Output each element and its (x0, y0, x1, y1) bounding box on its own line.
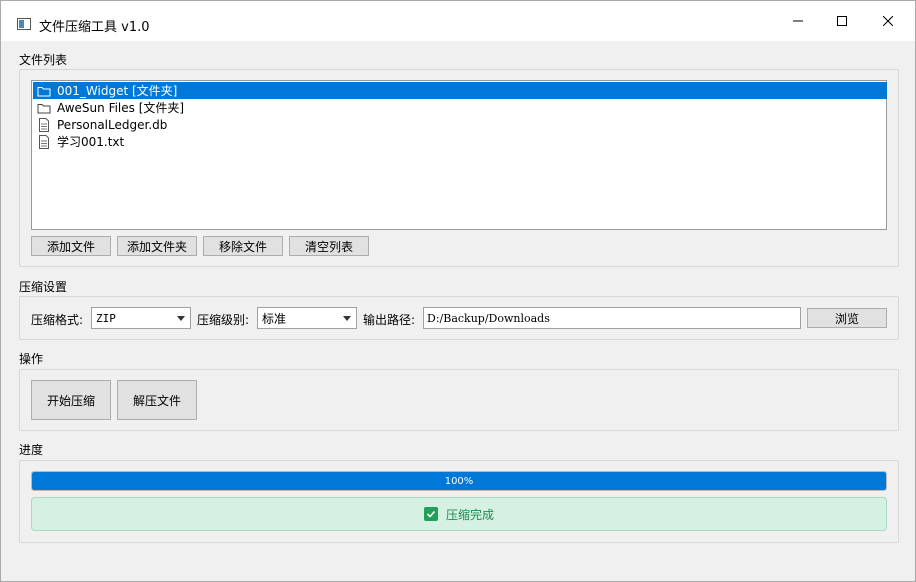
window-title: 文件压缩工具 v1.0 (39, 20, 150, 35)
title-bar[interactable]: 文件压缩工具 v1.0 (1, 1, 915, 41)
remove-file-button[interactable]: 移除文件 (203, 236, 283, 256)
folder-icon (37, 84, 51, 98)
file-list-group-label: 文件列表 (19, 53, 68, 67)
maximize-button[interactable] (819, 1, 865, 41)
output-path-label: 输出路径: (363, 313, 416, 327)
start-compress-button[interactable]: 开始压缩 (31, 380, 111, 420)
output-path-input[interactable]: D:/Backup/Downloads (423, 307, 801, 329)
file-list[interactable]: 001_Widget [文件夹] AweSun Files [文件夹] Pers… (31, 80, 887, 230)
browse-button[interactable]: 浏览 (807, 308, 887, 328)
list-item[interactable]: PersonalLedger.db (33, 116, 887, 133)
list-item-label: AweSun Files [文件夹] (57, 101, 185, 115)
list-item-label: PersonalLedger.db (57, 117, 168, 132)
format-select[interactable]: ZIP (91, 307, 191, 329)
minimize-button[interactable] (775, 1, 821, 41)
app-icon (17, 18, 31, 30)
file-icon (37, 117, 51, 132)
format-select-value: ZIP (96, 311, 116, 325)
chevron-down-icon (177, 316, 185, 321)
extract-button[interactable]: 解压文件 (117, 380, 197, 420)
close-icon (883, 16, 893, 26)
level-select[interactable]: 标准 (257, 307, 357, 329)
list-item[interactable]: 001_Widget [文件夹] (33, 82, 887, 99)
check-icon (423, 507, 438, 521)
minimize-icon (793, 20, 803, 22)
progress-percent-text: 100% (444, 475, 474, 487)
output-path-value: D:/Backup/Downloads (427, 311, 550, 325)
app-window: 文件压缩工具 v1.0 文件列表 001_Widget [文件夹] AweSun… (0, 0, 916, 582)
add-folder-button[interactable]: 添加文件夹 (117, 236, 197, 256)
clear-list-button[interactable]: 清空列表 (289, 236, 369, 256)
level-label: 压缩级别: (197, 313, 250, 327)
list-item[interactable]: 学习001.txt (33, 133, 887, 150)
file-icon (37, 134, 51, 149)
status-text: 压缩完成 (445, 507, 494, 522)
progress-bar: 100% (31, 471, 887, 491)
format-label: 压缩格式: (31, 313, 84, 327)
chevron-down-icon (343, 316, 351, 321)
list-item-label: 001_Widget [文件夹] (57, 84, 178, 98)
list-item[interactable]: AweSun Files [文件夹] (33, 99, 887, 116)
settings-group-label: 压缩设置 (19, 280, 68, 294)
maximize-icon (837, 16, 847, 26)
folder-icon (37, 101, 51, 115)
close-button[interactable] (865, 1, 911, 41)
progress-group-label: 进度 (19, 443, 44, 457)
actions-group-label: 操作 (19, 352, 44, 366)
add-file-button[interactable]: 添加文件 (31, 236, 111, 256)
list-item-label: 学习001.txt (57, 135, 125, 149)
level-select-value: 标准 (262, 311, 287, 326)
status-message: 压缩完成 (31, 497, 887, 531)
